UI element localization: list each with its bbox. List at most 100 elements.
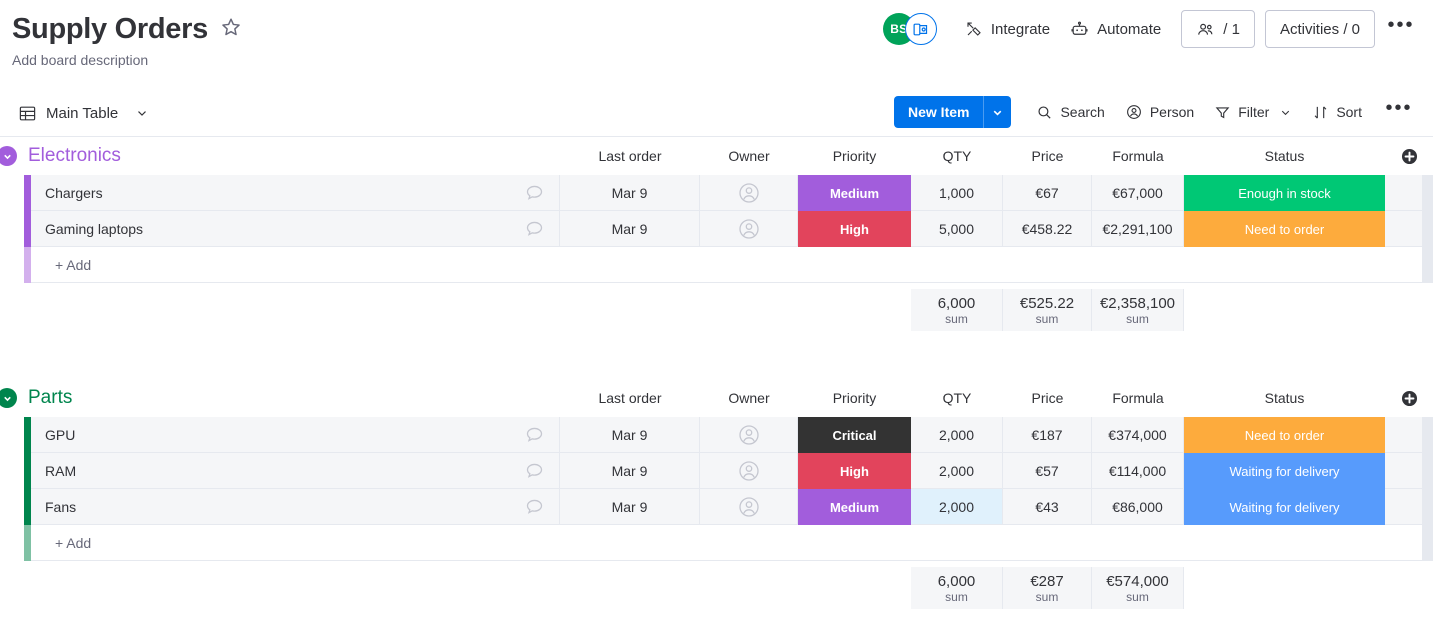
cell-last-order[interactable]: Mar 9 [560, 211, 700, 247]
cell-qty[interactable]: 2,000 [911, 489, 1003, 525]
person-filter-button[interactable]: Person [1116, 96, 1203, 128]
group-collapse-icon[interactable] [0, 388, 17, 408]
cell-status[interactable]: Need to order [1184, 211, 1385, 247]
column-header-owner[interactable]: Owner [700, 390, 798, 406]
summary-qty[interactable]: 6,000 sum [911, 567, 1003, 609]
cell-empty[interactable] [1385, 489, 1423, 525]
column-header-qty[interactable]: QTY [911, 148, 1003, 164]
table-row[interactable]: GPU Mar 9 Critical 2,000 €187 €374,000 Need to… [0, 417, 1433, 453]
add-column-button[interactable] [1385, 389, 1433, 408]
group-title[interactable]: Electronics [28, 145, 121, 167]
avatar-group[interactable]: BS [882, 13, 937, 45]
add-item-label[interactable]: + Add [31, 525, 1423, 561]
cell-formula[interactable]: €374,000 [1092, 417, 1184, 453]
cell-priority[interactable]: Medium [798, 489, 911, 525]
cell-owner[interactable] [700, 489, 798, 525]
cell-priority[interactable]: Medium [798, 175, 911, 211]
comment-icon[interactable] [524, 182, 545, 203]
cell-status[interactable]: Waiting for delivery [1184, 453, 1385, 489]
table-row[interactable]: RAM Mar 9 High 2,000 €57 €114,000 Waiting for … [0, 453, 1433, 489]
summary-price[interactable]: €287 sum [1003, 567, 1092, 609]
cell-priority[interactable]: High [798, 453, 911, 489]
comment-icon[interactable] [524, 218, 545, 239]
column-header-formula[interactable]: Formula [1092, 390, 1184, 406]
search-button[interactable]: Search [1027, 96, 1113, 128]
cell-price[interactable]: €458.22 [1003, 211, 1092, 247]
comment-icon[interactable] [524, 424, 545, 445]
cell-price[interactable]: €67 [1003, 175, 1092, 211]
cell-last-order[interactable]: Mar 9 [560, 417, 700, 453]
automate-button[interactable]: Automate [1060, 13, 1171, 45]
cell-formula[interactable]: €86,000 [1092, 489, 1184, 525]
add-item-row[interactable]: + Add [0, 525, 1433, 561]
board-description[interactable]: Add board description [12, 52, 1415, 68]
cell-formula[interactable]: €67,000 [1092, 175, 1184, 211]
star-icon[interactable] [220, 16, 242, 43]
cell-empty[interactable] [1385, 453, 1423, 489]
cell-item-name[interactable]: GPU [31, 417, 560, 453]
cell-item-name[interactable]: Fans [31, 489, 560, 525]
cell-last-order[interactable]: Mar 9 [560, 175, 700, 211]
column-header-last-order[interactable]: Last order [560, 390, 700, 406]
add-column-button[interactable] [1385, 147, 1433, 166]
cell-empty[interactable] [1385, 211, 1423, 247]
summary-formula[interactable]: €574,000 sum [1092, 567, 1184, 609]
integrate-button[interactable]: Integrate [955, 13, 1060, 45]
add-item-label[interactable]: + Add [31, 247, 1423, 283]
group-collapse-icon[interactable] [0, 146, 17, 166]
comment-icon[interactable] [524, 460, 545, 481]
cell-owner[interactable] [700, 417, 798, 453]
cell-qty[interactable]: 2,000 [911, 453, 1003, 489]
column-header-last-order[interactable]: Last order [560, 148, 700, 164]
cell-item-name[interactable]: Gaming laptops [31, 211, 560, 247]
cell-last-order[interactable]: Mar 9 [560, 489, 700, 525]
cell-empty[interactable] [1385, 175, 1423, 211]
table-row[interactable]: Chargers Mar 9 Medium 1,000 €67 €67,000 Enough… [0, 175, 1433, 211]
toolbar-more-menu-button[interactable]: ••• [1381, 95, 1417, 129]
members-button[interactable]: / 1 [1181, 10, 1255, 48]
summary-qty[interactable]: 6,000 sum [911, 289, 1003, 331]
cell-qty[interactable]: 1,000 [911, 175, 1003, 211]
table-row[interactable]: Gaming laptops Mar 9 High 5,000 €458.22 €2,29… [0, 211, 1433, 247]
cell-priority[interactable]: High [798, 211, 911, 247]
column-header-price[interactable]: Price [1003, 390, 1092, 406]
summary-price[interactable]: €525.22 sum [1003, 289, 1092, 331]
column-header-status[interactable]: Status [1184, 390, 1385, 406]
column-header-priority[interactable]: Priority [798, 148, 911, 164]
board-view-icon[interactable] [904, 13, 937, 45]
tab-main-table[interactable]: Main Table [12, 99, 155, 128]
cell-formula[interactable]: €2,291,100 [1092, 211, 1184, 247]
column-header-price[interactable]: Price [1003, 148, 1092, 164]
cell-last-order[interactable]: Mar 9 [560, 453, 700, 489]
add-item-row[interactable]: + Add [0, 247, 1433, 283]
cell-item-name[interactable]: Chargers [31, 175, 560, 211]
cell-price[interactable]: €57 [1003, 453, 1092, 489]
cell-status[interactable]: Need to order [1184, 417, 1385, 453]
table-row[interactable]: Fans Mar 9 Medium 2,000 €43 €86,000 Waiting fo… [0, 489, 1433, 525]
cell-status[interactable]: Enough in stock [1184, 175, 1385, 211]
cell-owner[interactable] [700, 211, 798, 247]
cell-owner[interactable] [700, 453, 798, 489]
comment-icon[interactable] [524, 496, 545, 517]
cell-empty[interactable] [1385, 417, 1423, 453]
column-header-qty[interactable]: QTY [911, 390, 1003, 406]
new-item-dropdown-arrow[interactable] [983, 96, 1012, 128]
cell-status[interactable]: Waiting for delivery [1184, 489, 1385, 525]
new-item-button[interactable]: New Item [894, 96, 1012, 128]
cell-priority[interactable]: Critical [798, 417, 911, 453]
column-header-status[interactable]: Status [1184, 148, 1385, 164]
board-more-menu-button[interactable]: ••• [1383, 12, 1419, 46]
column-header-owner[interactable]: Owner [700, 148, 798, 164]
cell-owner[interactable] [700, 175, 798, 211]
column-header-priority[interactable]: Priority [798, 390, 911, 406]
cell-item-name[interactable]: RAM [31, 453, 560, 489]
cell-qty[interactable]: 5,000 [911, 211, 1003, 247]
cell-price[interactable]: €187 [1003, 417, 1092, 453]
activities-button[interactable]: Activities / 0 [1264, 10, 1375, 48]
filter-button[interactable]: Filter [1205, 96, 1301, 128]
summary-formula[interactable]: €2,358,100 sum [1092, 289, 1184, 331]
cell-formula[interactable]: €114,000 [1092, 453, 1184, 489]
cell-price[interactable]: €43 [1003, 489, 1092, 525]
group-title[interactable]: Parts [28, 387, 72, 409]
sort-button[interactable]: Sort [1303, 96, 1371, 128]
